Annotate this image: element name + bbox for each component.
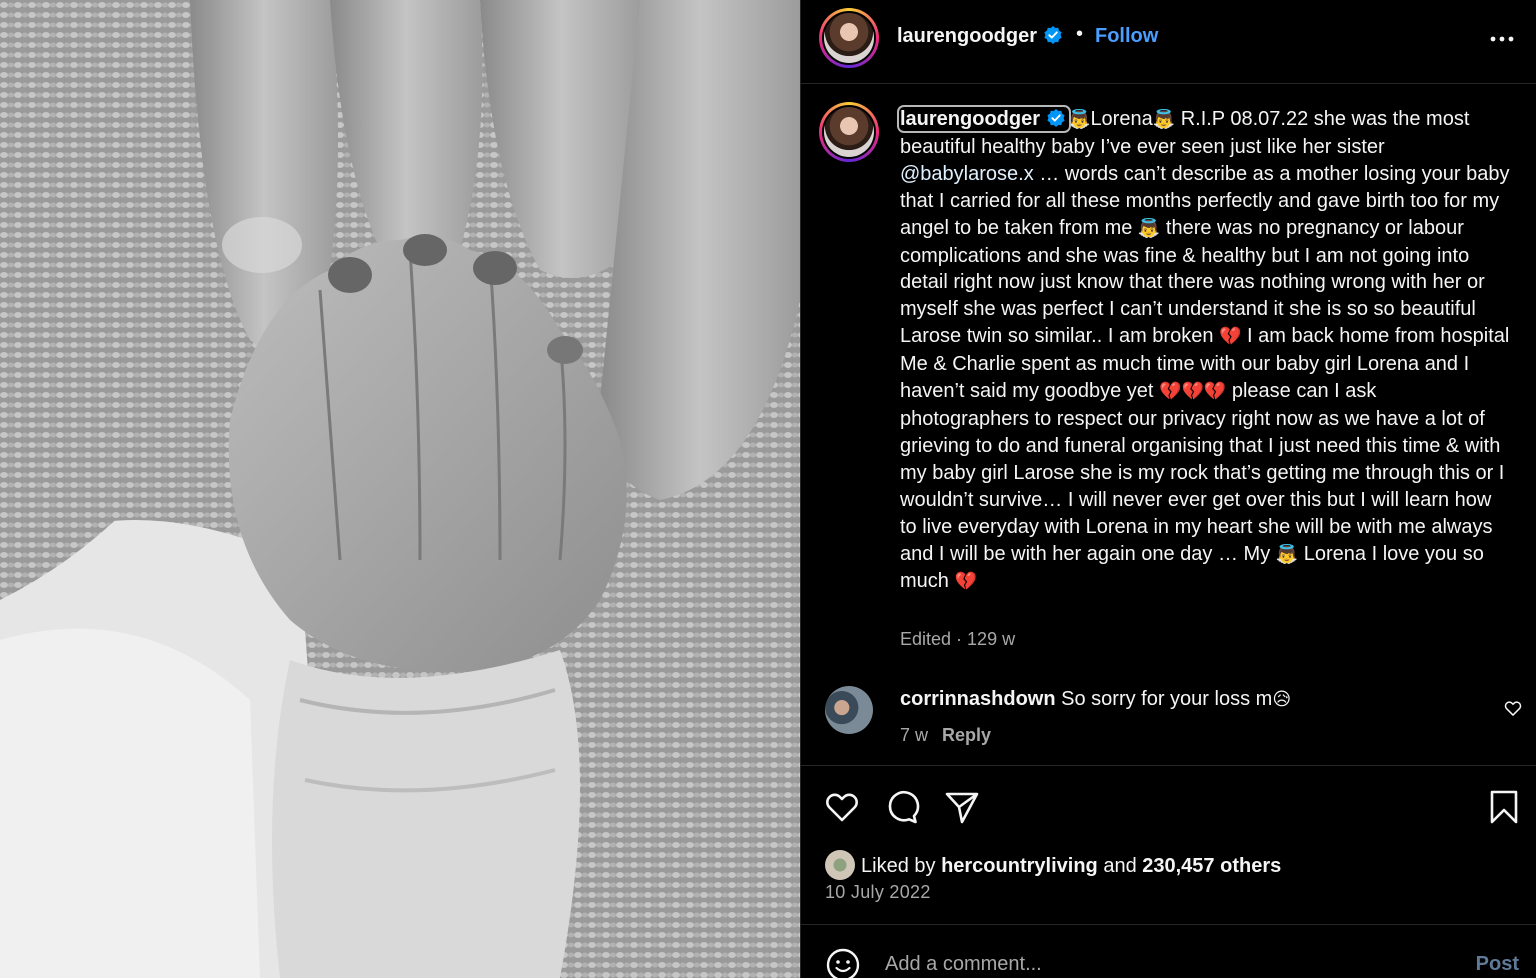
likes-summary: Liked by hercountryliving and 230,457 ot… <box>825 850 1281 880</box>
caption-meta: Edited · 129 w <box>900 629 1015 650</box>
header-separator: • <box>1076 23 1084 45</box>
post-date[interactable]: 10 July 2022 <box>825 882 931 903</box>
follow-button[interactable]: Follow <box>1095 25 1158 48</box>
liker-username[interactable]: hercountryliving <box>941 855 1098 877</box>
post-header: laurengoodger • Follow <box>801 0 1536 84</box>
baby-angel-emoji: 👼 <box>1152 109 1176 130</box>
commenter-avatar[interactable] <box>825 686 873 734</box>
post-actions: Liked by hercountryliving and 230,457 ot… <box>801 765 1536 925</box>
caption-username-link[interactable]: laurengoodger <box>896 105 1072 133</box>
baby-angel-emoji: 👼 <box>1137 217 1161 239</box>
verified-badge-icon <box>1047 109 1065 127</box>
sad-face-emoji: 😥 <box>1272 689 1292 710</box>
post-comment-button[interactable]: Post <box>1476 953 1519 976</box>
broken-heart-emoji: 💔 <box>1219 326 1242 348</box>
mention-link[interactable]: @babylarose.x <box>900 163 1034 185</box>
comment-body: corrinnashdown So sorry for your loss m😥 <box>900 688 1291 711</box>
caption-part: Lorena <box>1090 108 1153 130</box>
save-bookmark-icon[interactable] <box>1485 788 1523 826</box>
edited-label: Edited <box>900 629 952 649</box>
caption-author-avatar[interactable] <box>819 102 879 162</box>
comment-age[interactable]: 7 w <box>900 725 928 745</box>
like-heart-icon[interactable] <box>823 788 861 826</box>
liker-avatar[interactable] <box>825 850 855 880</box>
post-photo[interactable] <box>0 0 800 978</box>
baby-angel-emoji: 👼 <box>1275 543 1299 565</box>
caption-part: please can I ask photographers to respec… <box>900 380 1505 565</box>
author-username: laurengoodger <box>897 25 1038 47</box>
comment-item: corrinnashdown So sorry for your loss m😥… <box>801 680 1536 760</box>
share-paper-plane-icon[interactable] <box>943 788 981 826</box>
comment-like-heart-icon[interactable] <box>1503 698 1523 718</box>
comment-text: So sorry for your loss m <box>1061 688 1273 710</box>
post-side-panel: laurengoodger • Follow laurengoodger 👼Lor… <box>800 0 1536 978</box>
broken-heart-emoji: 💔 <box>1181 381 1204 403</box>
baby-angel-emoji: 👼 <box>1068 109 1091 130</box>
baby-hand-photo <box>0 0 800 978</box>
meta-separator: · <box>951 629 968 649</box>
broken-heart-emoji: 💔 <box>1203 381 1227 403</box>
caption-age[interactable]: 129 w <box>967 629 1015 649</box>
more-options-icon[interactable] <box>1489 26 1515 52</box>
add-comment-bar: Post <box>801 924 1536 978</box>
verified-badge-icon <box>1044 26 1062 44</box>
broken-heart-emoji: 💔 <box>954 571 977 593</box>
reply-button[interactable]: Reply <box>942 725 991 745</box>
broken-heart-emoji: 💔 <box>1159 381 1182 403</box>
emoji-smiley-icon[interactable] <box>825 947 861 978</box>
caption-section: laurengoodger 👼Lorena👼 R.I.P 08.07.22 she… <box>801 84 1536 764</box>
likes-others-count[interactable]: 230,457 others <box>1142 855 1281 877</box>
author-avatar[interactable] <box>819 8 879 68</box>
add-comment-input[interactable] <box>885 951 1445 977</box>
caption-username: laurengoodger <box>900 108 1041 130</box>
comment-bubble-icon[interactable] <box>883 788 921 826</box>
commenter-username[interactable]: corrinnashdown <box>900 688 1056 710</box>
likes-and: and <box>1097 855 1143 877</box>
caption-text: laurengoodger 👼Lorena👼 R.I.P 08.07.22 she… <box>896 105 1510 596</box>
likes-prefix: Liked by <box>861 855 942 877</box>
comment-meta: 7 w Reply <box>900 725 991 746</box>
author-username-link[interactable]: laurengoodger <box>897 25 1063 48</box>
